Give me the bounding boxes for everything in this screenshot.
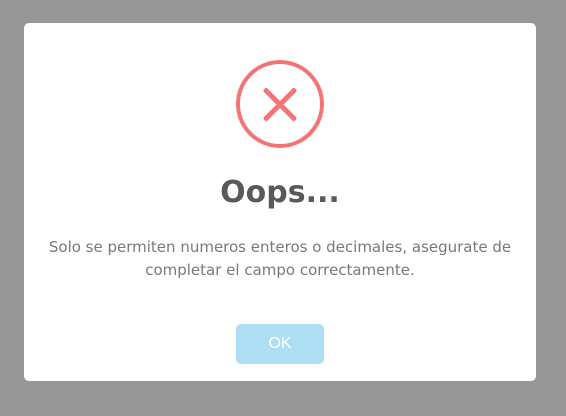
dialog-title: Oops... [220,175,340,210]
dialog-message: Solo se permiten numeros enteros o decim… [48,238,512,279]
error-x-icon [236,60,324,148]
alert-dialog: Oops... Solo se permiten numeros enteros… [24,23,536,381]
ok-button[interactable]: OK [236,324,324,364]
modal-overlay: Oops... Solo se permiten numeros enteros… [0,0,566,416]
